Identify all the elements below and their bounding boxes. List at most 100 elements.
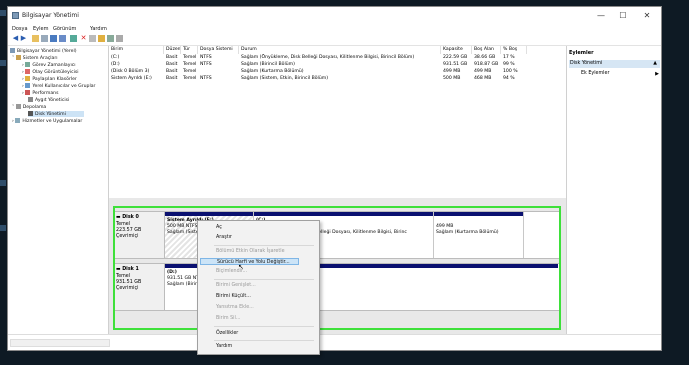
tree-performance[interactable]: › Performans: [22, 90, 58, 96]
tree-label: Aygıt Yöneticisi: [35, 98, 70, 103]
status-cell: Sağlam (Önyükleme, Disk Belleği Dosyası,…: [241, 55, 415, 60]
col-header-layout[interactable]: Düzen: [164, 46, 181, 54]
desktop-icon[interactable]: [0, 225, 6, 231]
help2-icon[interactable]: [59, 35, 66, 42]
horizontal-scrollbar[interactable]: [10, 339, 110, 347]
disk-management-pane: Birim Düzen Tür Dosya Sistemi Durum Kapa…: [109, 46, 566, 344]
layout-cell: Basit: [166, 62, 178, 67]
tree-disk-management[interactable]: Disk Yönetimi: [28, 111, 84, 117]
volume-cell: (D:): [111, 62, 120, 67]
partition-status: Sağlam (Kurtarma Bölümü): [436, 230, 499, 235]
storage-icon: [15, 104, 21, 109]
menu-view[interactable]: Görünüm: [53, 26, 76, 32]
tree-label: Yerel Kullanıcılar ve Gruplar: [32, 84, 96, 89]
percent-cell: 100 %: [503, 69, 518, 74]
partition-size: 500 MB NTFS: [167, 224, 198, 229]
layout-cell: Basit: [166, 55, 178, 60]
tree-label: Görev Zamanlayıcı: [32, 63, 76, 68]
properties-icon[interactable]: [41, 35, 48, 42]
settings-icon[interactable]: [107, 35, 114, 42]
tree-root[interactable]: Bilgisayar Yönetimi (Yerel): [10, 48, 77, 54]
disk-1-row[interactable]: ▬ Disk 1 Temel 931.51 GB Çevrimiçi (D:) …: [113, 263, 560, 311]
partition-size: 931.51 GB NT: [167, 276, 199, 281]
menu-help[interactable]: Yardım: [216, 344, 232, 349]
desktop-icon[interactable]: [0, 60, 6, 66]
toolbar: ◀ ▶ ✕: [8, 34, 661, 46]
tree-storage[interactable]: ˅ Depolama: [12, 104, 46, 110]
col-header-capacity[interactable]: Kapasite: [441, 46, 472, 54]
menu-help[interactable]: Yardım: [90, 26, 107, 32]
menu-extend[interactable]: Birimi Genişlet...: [216, 283, 256, 288]
disk-type: Temel: [116, 274, 131, 279]
view-icon[interactable]: [116, 35, 123, 42]
clock-icon: [25, 62, 31, 67]
free-cell: 499 MB: [474, 69, 492, 74]
window-title: Bilgisayar Yönetimi: [22, 12, 79, 19]
menu-shrink[interactable]: Birimi Küçült...: [216, 294, 251, 299]
menu-properties[interactable]: Özellikler: [216, 331, 238, 336]
partition-recovery[interactable]: 499 MB Sağlam (Kurtarma Bölümü): [434, 212, 524, 258]
delete-icon[interactable]: ✕: [80, 35, 87, 42]
col-header-percent-free[interactable]: % Boş: [501, 46, 527, 54]
capacity-cell: 931.51 GB: [443, 62, 468, 67]
col-header-type[interactable]: Tür: [181, 46, 198, 54]
col-header-free[interactable]: Boş Alan: [472, 46, 501, 54]
menu-bar: Dosya Eylem Görünüm Yardım: [8, 25, 661, 34]
mouse-cursor-icon: ↖: [238, 263, 244, 271]
tree-device-manager[interactable]: Aygıt Yöneticisi: [28, 97, 69, 103]
tree-label: Bilgisayar Yönetimi (Yerel): [17, 49, 77, 54]
help-icon[interactable]: [50, 35, 57, 42]
menu-add-mirror[interactable]: Yansıtma Ekle...: [216, 305, 254, 310]
capacity-cell: 499 MB: [443, 69, 461, 74]
action-more[interactable]: Ek Eylemler: [581, 71, 609, 76]
close-button[interactable]: ✕: [638, 10, 656, 22]
percent-cell: 94 %: [503, 76, 515, 81]
disk-type: Temel: [116, 222, 131, 227]
type-cell: Temel: [183, 76, 197, 81]
disk-0-label[interactable]: ▬ Disk 0 Temel 223.57 GB Çevrimiçi: [114, 212, 165, 258]
menu-delete-volume[interactable]: Birim Sil...: [216, 316, 240, 321]
minimize-button[interactable]: —: [592, 10, 610, 22]
connect-icon[interactable]: [70, 35, 77, 42]
tree-event-viewer[interactable]: › Olay Görüntüleyicisi: [22, 69, 79, 75]
back-icon[interactable]: ◀: [12, 35, 19, 42]
menu-explore[interactable]: Araştır: [216, 235, 232, 240]
disk-icon: [28, 111, 33, 116]
menu-change-drive-letter[interactable]: Sürücü Harfi ve Yolu Değiştir...: [200, 258, 299, 265]
submenu-arrow-icon: ▶: [655, 71, 659, 77]
disk-name-text: Disk 1: [122, 267, 139, 272]
maximize-button[interactable]: ☐: [614, 10, 632, 22]
actions-pane: Eylemler Disk Yönetimi ▲ Ek Eylemler ▶: [566, 46, 661, 334]
action-disk-management[interactable]: Disk Yönetimi ▲: [569, 60, 660, 68]
partition-text: (D:) 931.51 GB NT Sağlam (Birin: [167, 270, 199, 288]
tree-local-users[interactable]: › Yerel Kullanıcılar ve Gruplar: [22, 83, 95, 89]
capacity-cell: 500 MB: [443, 76, 461, 81]
desktop-icon[interactable]: [0, 10, 6, 16]
context-menu: Aç Araştır Bölümü Etkin Olarak İşaretle …: [197, 220, 320, 355]
free-cell: 38.66 GB: [474, 55, 496, 60]
tree-system-tools[interactable]: ˅ Sistem Araçları: [12, 55, 58, 61]
col-header-volume[interactable]: Birim: [109, 46, 164, 54]
menu-open[interactable]: Aç: [216, 225, 222, 230]
menu-mark-active[interactable]: Bölümü Etkin Olarak İşaretle: [216, 249, 285, 254]
tree-services-apps[interactable]: › Hizmetler ve Uygulamalar: [12, 118, 82, 124]
col-header-filesystem[interactable]: Dosya Sistemi: [198, 46, 239, 54]
open-icon[interactable]: [98, 35, 105, 42]
folder-icon[interactable]: [32, 35, 39, 42]
forward-icon[interactable]: ▶: [20, 35, 27, 42]
menu-action[interactable]: Eylem: [33, 26, 48, 32]
collapse-icon[interactable]: ▲: [653, 60, 657, 68]
partition-bar: [434, 212, 523, 216]
status-cell: Sağlam (Sistem, Etkin, Birincil Bölüm): [241, 76, 329, 81]
services-icon: [15, 118, 21, 123]
performance-icon: [25, 90, 31, 95]
menu-file[interactable]: Dosya: [12, 26, 28, 32]
users-icon: [25, 83, 31, 88]
col-header-status[interactable]: Durum: [239, 46, 441, 54]
desktop-icon[interactable]: [0, 180, 6, 186]
tree-task-scheduler[interactable]: › Görev Zamanlayıcı: [22, 62, 76, 68]
disk-1-label[interactable]: ▬ Disk 1 Temel 931.51 GB Çevrimiçi: [114, 264, 165, 310]
tree-shared-folders[interactable]: › Paylaşılan Klasörler: [22, 76, 77, 82]
check-icon[interactable]: [89, 35, 96, 42]
disk-0-row[interactable]: ▬ Disk 0 Temel 223.57 GB Çevrimiçi Siste…: [113, 211, 560, 259]
